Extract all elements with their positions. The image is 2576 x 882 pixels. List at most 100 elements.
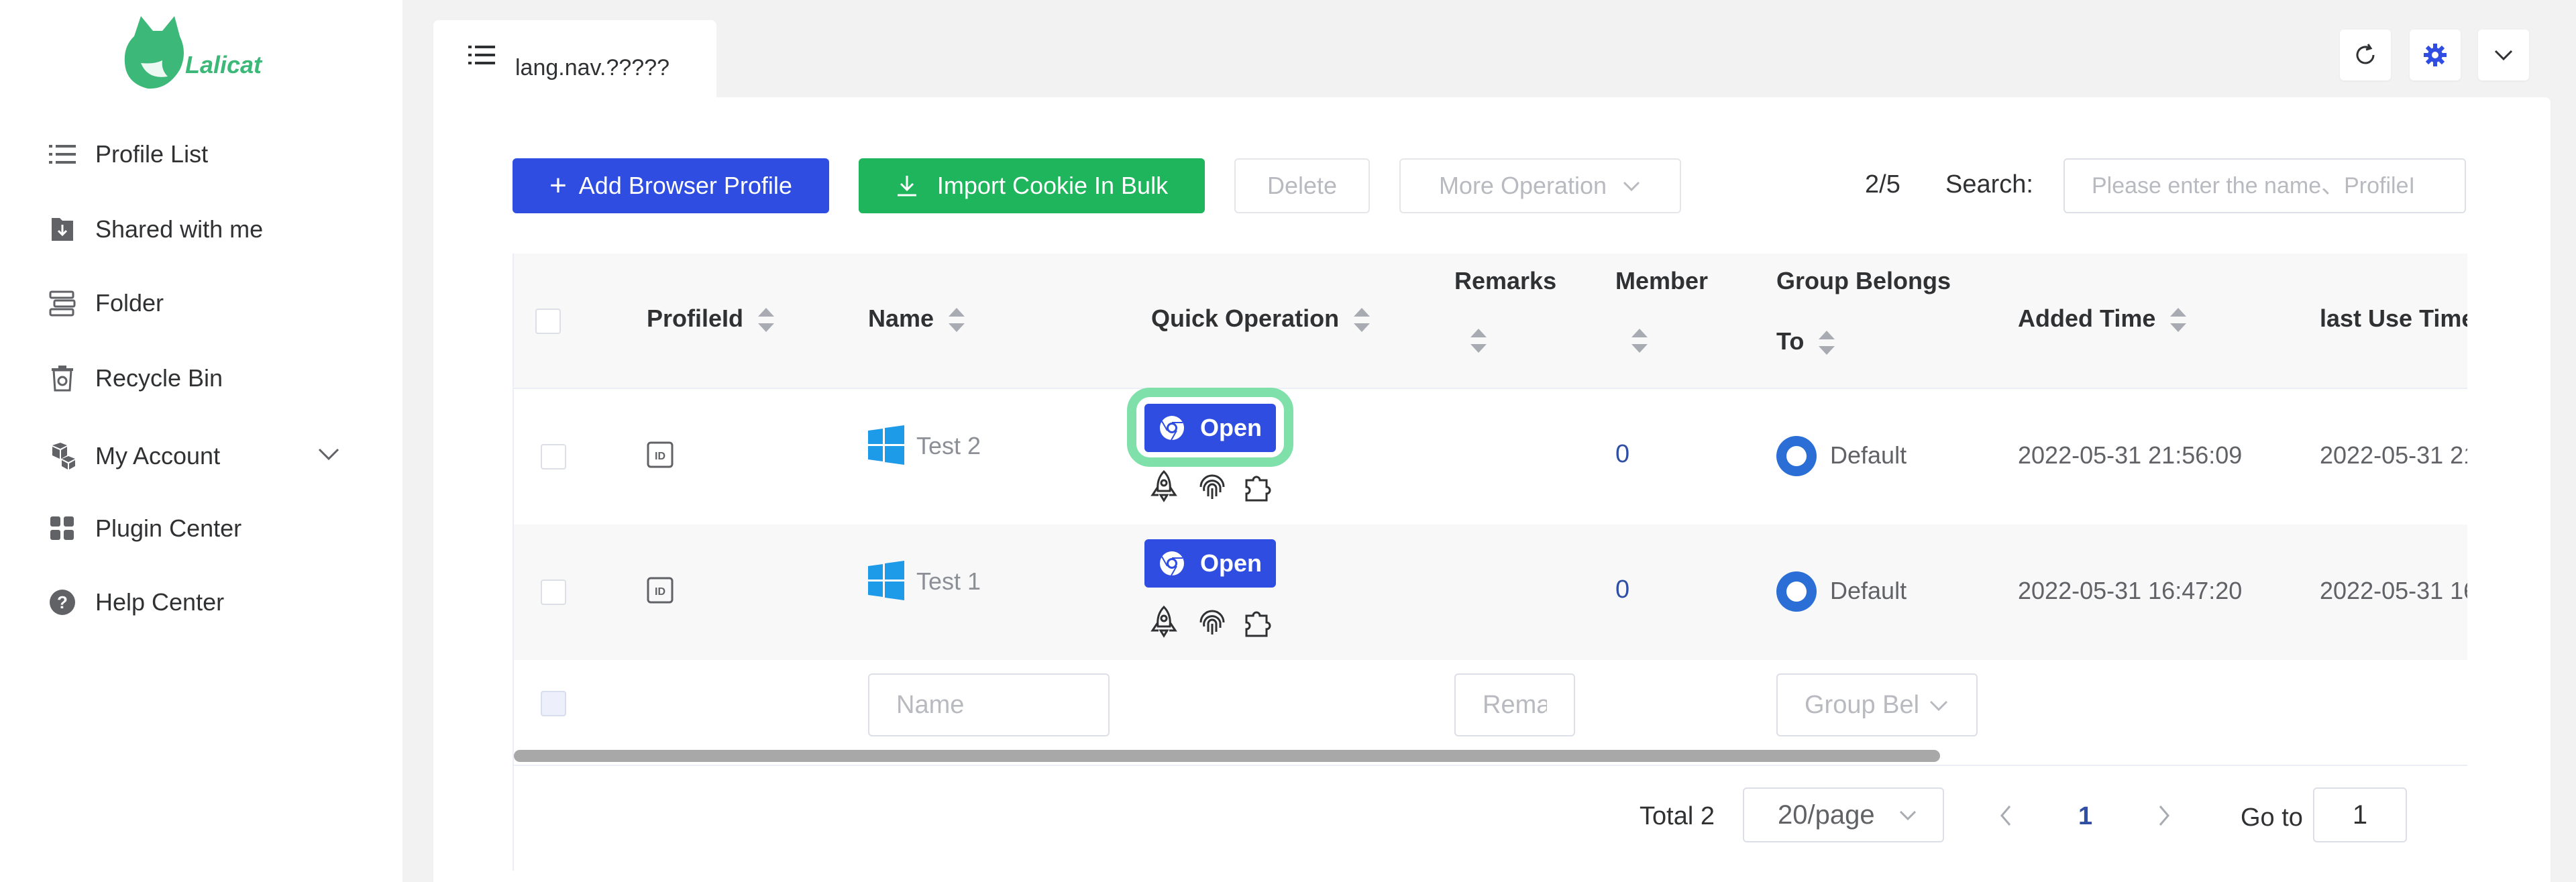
profile-name[interactable]: Test 2 (916, 432, 981, 460)
account-cubes-icon (48, 442, 76, 470)
header-group-line1: Group Belongs (1776, 267, 1951, 294)
sort-icon[interactable] (1352, 307, 1371, 333)
sidebar-item-label: Help Center (95, 588, 225, 616)
sidebar-item-help-center[interactable]: ? Help Center (48, 582, 224, 622)
sort-icon[interactable] (2169, 307, 2188, 333)
fingerprint-icon[interactable] (1195, 605, 1229, 639)
chrome-icon (1159, 551, 1184, 576)
header-profileid[interactable]: ProfileId (647, 305, 775, 333)
prev-page-button[interactable] (1992, 802, 2019, 829)
total-count: Total 2 (1640, 802, 1715, 830)
chevron-down-icon (2494, 50, 2513, 61)
goto-label: Go to (2241, 804, 2303, 832)
table-row: ID Test 1 Open 0 Default 2022-05-31 16:4… (514, 525, 2467, 661)
svg-text:?: ? (57, 592, 68, 612)
download-icon (897, 176, 916, 197)
tab-label: lang.nav.????? (515, 55, 670, 80)
add-browser-profile-button[interactable]: + Add Browser Profile (513, 158, 829, 213)
logo-text: Lalicat (185, 51, 262, 78)
id-icon[interactable]: ID (647, 441, 674, 472)
download-box-icon (48, 215, 76, 243)
puzzle-icon[interactable] (1242, 605, 1276, 639)
sidebar-item-plugin-center[interactable]: Plugin Center (48, 508, 241, 549)
sort-icon[interactable] (1817, 329, 1836, 356)
chevron-down-icon (1929, 700, 1948, 712)
delete-button[interactable]: Delete (1234, 158, 1370, 213)
group-icon (1776, 436, 1817, 476)
goto-page-input[interactable] (2313, 787, 2407, 842)
footer-divider (514, 765, 2467, 766)
chevron-left-icon (2000, 806, 2011, 826)
sort-icon[interactable] (947, 307, 966, 333)
sidebar-item-label: Shared with me (95, 215, 264, 243)
header-added-time[interactable]: Added Time (2018, 305, 2188, 333)
profile-name[interactable]: Test 1 (916, 567, 981, 596)
remarks-filter-input[interactable] (1454, 673, 1575, 736)
sidebar-item-label: Folder (95, 289, 164, 317)
gear-icon (2424, 44, 2447, 66)
sidebar-item-profile-list[interactable]: Profile List (48, 134, 208, 174)
header-remarks: Remarks (1454, 267, 1557, 294)
page-size-select[interactable]: 20/page (1743, 787, 1944, 842)
last-use-time: 2022-05-31 16 (2320, 577, 2467, 604)
header-name[interactable]: Name (868, 305, 966, 333)
chrome-icon (1159, 416, 1184, 441)
profile-table: ProfileId Name Quick Operation Remarks M… (513, 254, 2467, 871)
member-count[interactable]: 0 (1615, 440, 1629, 469)
sidebar-item-label: My Account (95, 442, 221, 470)
help-circle-icon: ? (48, 588, 76, 616)
rocket-icon[interactable] (1147, 470, 1181, 503)
name-filter-input[interactable] (868, 673, 1110, 736)
sort-icon[interactable] (1630, 327, 1649, 354)
chevron-right-icon (2159, 806, 2169, 826)
added-time: 2022-05-31 16:47:20 (2018, 577, 2243, 604)
header-group-line2[interactable]: To (1776, 327, 1836, 356)
id-icon[interactable]: ID (647, 577, 674, 607)
group-name: Default (1830, 441, 1907, 469)
more-operation-button[interactable]: More Operation (1399, 158, 1681, 213)
row-checkbox[interactable] (541, 444, 566, 470)
row-checkbox[interactable] (541, 580, 566, 605)
sidebar-item-label: Plugin Center (95, 514, 242, 542)
table-header: ProfileId Name Quick Operation Remarks M… (514, 254, 2467, 389)
add-browser-profile-label: Add Browser Profile (578, 172, 792, 199)
chevron-down-icon[interactable] (315, 440, 342, 467)
list-icon (468, 44, 495, 69)
plus-icon: + (549, 169, 567, 202)
select-all-checkbox[interactable] (535, 309, 561, 334)
profile-count: 2/5 (1865, 170, 1900, 199)
chevron-down-icon (1623, 181, 1640, 192)
sort-icon[interactable] (1469, 327, 1488, 354)
import-cookie-label: Import Cookie In Bulk (936, 172, 1169, 199)
chevron-down-icon (1899, 810, 1916, 821)
last-use-time: 2022-05-31 21 (2320, 441, 2467, 469)
refresh-button[interactable] (2340, 30, 2391, 80)
sidebar-item-recycle-bin[interactable]: Recycle Bin (48, 358, 223, 398)
open-button[interactable]: Open (1144, 539, 1276, 588)
rocket-icon[interactable] (1147, 605, 1181, 639)
settings-button[interactable] (2410, 30, 2461, 80)
fingerprint-icon[interactable] (1195, 470, 1229, 503)
puzzle-icon[interactable] (1242, 470, 1276, 503)
sidebar-item-shared-with-me[interactable]: Shared with me (48, 209, 263, 250)
open-button[interactable]: Open (1144, 404, 1276, 452)
tab-profile-list[interactable]: lang.nav.????? (433, 20, 716, 101)
filter-checkbox[interactable] (541, 691, 566, 716)
current-page[interactable]: 1 (2078, 802, 2092, 831)
list-icon (48, 140, 76, 168)
sidebar-item-folder[interactable]: Folder (48, 283, 164, 323)
horizontal-scrollbar[interactable] (514, 750, 1940, 762)
sidebar-item-label: Recycle Bin (95, 364, 223, 392)
sidebar-item-label: Profile List (95, 140, 209, 168)
group-name: Default (1830, 577, 1907, 604)
table-row: ID Test 2 Open 0 Default 2022-05-31 21:5… (514, 388, 2467, 526)
search-input[interactable] (2063, 158, 2466, 213)
dropdown-button[interactable] (2478, 30, 2529, 80)
member-count[interactable]: 0 (1615, 575, 1629, 604)
sidebar-item-my-account[interactable]: My Account (48, 436, 220, 476)
group-filter-select[interactable]: Group Belongs To (1776, 673, 1978, 736)
import-cookie-button[interactable]: Import Cookie In Bulk (859, 158, 1205, 213)
next-page-button[interactable] (2151, 802, 2178, 829)
header-quick-operation[interactable]: Quick Operation (1151, 305, 1371, 333)
sort-icon[interactable] (757, 307, 775, 333)
